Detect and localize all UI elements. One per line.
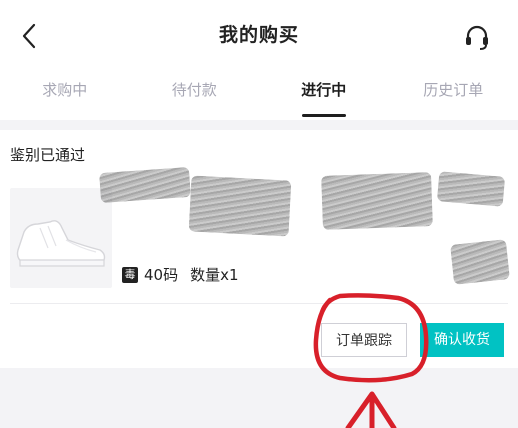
order-card[interactable]: 鉴别已通过 毒 40码 数量x1 订单跟踪 确认收货 <box>0 130 518 368</box>
top-bar: 我的购买 <box>0 0 518 70</box>
tab-pending-payment[interactable]: 待付款 <box>130 70 260 120</box>
order-status-tabs: 求购中 待付款 进行中 历史订单 <box>0 70 518 120</box>
tab-history[interactable]: 历史订单 <box>389 70 518 120</box>
order-tracking-button[interactable]: 订单跟踪 <box>321 323 407 357</box>
redacted-product-name <box>188 175 292 237</box>
product-size: 40码 <box>144 266 179 284</box>
redacted-product-name <box>321 172 433 230</box>
product-spec: 毒 40码 数量x1 <box>122 264 239 285</box>
product-image[interactable] <box>10 188 112 288</box>
confirm-receipt-button[interactable]: 确认收货 <box>420 323 504 357</box>
tab-seeking[interactable]: 求购中 <box>0 70 130 120</box>
sneaker-icon <box>16 220 106 267</box>
my-purchases-page: 我的购买 求购中 待付款 进行中 历史订单 鉴别已通过 毒 40码 数量x1 订… <box>0 0 518 428</box>
page-title: 我的购买 <box>218 24 299 46</box>
product-quantity: 数量x1 <box>190 266 239 284</box>
poizon-badge-icon: 毒 <box>122 266 138 283</box>
tab-in-progress[interactable]: 进行中 <box>259 70 389 120</box>
redacted-product-name <box>436 171 506 207</box>
annotation-arrow-icon <box>345 391 397 428</box>
order-status: 鉴别已通过 <box>10 146 86 164</box>
redacted-price <box>450 239 510 285</box>
headset-icon[interactable] <box>462 22 492 52</box>
redacted-product-name <box>99 166 191 204</box>
divider <box>10 303 508 304</box>
